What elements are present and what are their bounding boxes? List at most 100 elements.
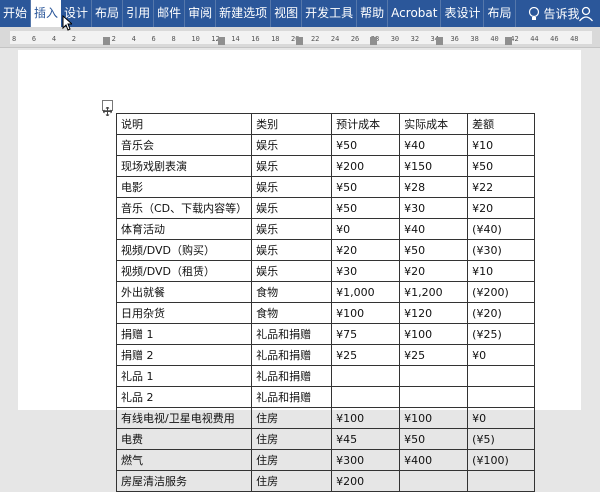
table-cell[interactable]: (¥40)	[467, 218, 536, 240]
table-cell[interactable]: 捐赠 1	[115, 323, 253, 345]
column-marker[interactable]	[296, 37, 303, 45]
table-cell[interactable]: ¥50	[399, 428, 469, 450]
table-cell[interactable]: 娱乐	[251, 197, 333, 219]
table-cell[interactable]: 礼品 1	[115, 365, 253, 387]
table-move-handle-icon[interactable]	[102, 100, 113, 117]
table-cell[interactable]: ¥100	[331, 407, 401, 429]
table-cell[interactable]: ¥1,000	[331, 281, 401, 303]
table-cell[interactable]: 有线电视/卫星电视费用	[115, 407, 253, 429]
table-cell[interactable]: ¥300	[331, 449, 401, 471]
table-cell[interactable]: 住房	[251, 449, 333, 471]
table-cell[interactable]: 娱乐	[251, 239, 333, 261]
table-cell[interactable]: ¥100	[399, 323, 469, 345]
tab-8[interactable]: 视图	[271, 0, 303, 27]
table-cell[interactable]: ¥22	[467, 176, 536, 198]
table-cell[interactable]: 电影	[115, 176, 253, 198]
column-marker[interactable]	[218, 37, 225, 45]
table-cell[interactable]: 娱乐	[251, 218, 333, 240]
table-cell[interactable]: 住房	[251, 428, 333, 450]
budget-table[interactable]: 说明 类别 预计成本 实际成本 差额 音乐会 娱乐 ¥50 ¥40 ¥10 现场戏剧表演 娱乐 ¥200…	[115, 113, 536, 492]
table-cell[interactable]: (¥100)	[467, 449, 536, 471]
tab-10[interactable]: 帮助	[357, 0, 389, 27]
table-cell[interactable]: ¥25	[399, 344, 469, 366]
table-cell[interactable]: 电费	[115, 428, 253, 450]
tab-4[interactable]: 引用	[123, 0, 155, 27]
table-cell[interactable]: ¥400	[399, 449, 469, 471]
table-cell[interactable]: 房屋清洁服务	[115, 470, 253, 492]
table-cell[interactable]: ¥50	[331, 197, 401, 219]
table-cell[interactable]: (¥5)	[467, 428, 536, 450]
table-cell[interactable]	[331, 365, 401, 387]
tab-9[interactable]: 开发工具	[302, 0, 358, 27]
table-cell[interactable]	[399, 386, 469, 408]
table-cell[interactable]: (¥20)	[467, 302, 536, 324]
table-cell[interactable]: ¥200	[331, 155, 401, 177]
table-cell[interactable]: 礼品和捐赠	[251, 365, 333, 387]
table-cell[interactable]: 娱乐	[251, 155, 333, 177]
table-cell[interactable]	[399, 365, 469, 387]
header-cell[interactable]: 预计成本	[331, 113, 401, 135]
table-cell[interactable]: 礼品和捐赠	[251, 323, 333, 345]
table-cell[interactable]: ¥0	[467, 344, 536, 366]
table-cell[interactable]: 体育活动	[115, 218, 253, 240]
table-cell[interactable]: 礼品和捐赠	[251, 386, 333, 408]
table-cell[interactable]: ¥0	[331, 218, 401, 240]
tab-6[interactable]: 审阅	[185, 0, 217, 27]
table-cell[interactable]: ¥10	[467, 134, 536, 156]
tab-0[interactable]: 开始	[0, 0, 32, 27]
table-cell[interactable]	[467, 470, 536, 492]
table-cell[interactable]: (¥200)	[467, 281, 536, 303]
table-cell[interactable]: 住房	[251, 407, 333, 429]
tell-me-search[interactable]: 告诉我	[544, 5, 580, 22]
table-cell[interactable]: ¥150	[399, 155, 469, 177]
table-cell[interactable]: ¥30	[399, 197, 469, 219]
table-cell[interactable]: (¥30)	[467, 239, 536, 261]
table-cell[interactable]: ¥50	[467, 155, 536, 177]
table-cell[interactable]: ¥50	[331, 176, 401, 198]
table-cell[interactable]	[331, 386, 401, 408]
table-cell[interactable]: ¥20	[331, 239, 401, 261]
table-cell[interactable]: 捐赠 2	[115, 344, 253, 366]
header-cell[interactable]: 实际成本	[399, 113, 469, 135]
table-cell[interactable]: ¥45	[331, 428, 401, 450]
column-marker[interactable]	[370, 37, 377, 45]
tab-12[interactable]: 表设计	[441, 0, 485, 27]
table-cell[interactable]: ¥0	[467, 407, 536, 429]
table-cell[interactable]: ¥100	[331, 302, 401, 324]
tab-1[interactable]: 插入	[31, 0, 62, 27]
tab-7[interactable]: 新建选项	[216, 0, 272, 27]
table-cell[interactable]: 现场戏剧表演	[115, 155, 253, 177]
table-cell[interactable]: ¥50	[331, 134, 401, 156]
share-user-icon[interactable]	[578, 6, 594, 22]
column-marker[interactable]	[505, 37, 512, 45]
table-cell[interactable]: 食物	[251, 302, 333, 324]
table-cell[interactable]: ¥25	[331, 344, 401, 366]
table-cell[interactable]: ¥10	[467, 260, 536, 282]
header-cell[interactable]: 类别	[251, 113, 333, 135]
table-cell[interactable]	[399, 470, 469, 492]
tab-11[interactable]: Acrobat	[388, 0, 442, 27]
table-cell[interactable]: ¥100	[399, 407, 469, 429]
table-cell[interactable]: 视频/DVD（租赁）	[115, 260, 253, 282]
table-cell[interactable]: 礼品和捐赠	[251, 344, 333, 366]
table-cell[interactable]: ¥200	[331, 470, 401, 492]
table-cell[interactable]	[467, 365, 536, 387]
table-cell[interactable]: ¥1,200	[399, 281, 469, 303]
table-cell[interactable]: 娱乐	[251, 134, 333, 156]
table-cell[interactable]: (¥25)	[467, 323, 536, 345]
table-cell[interactable]: 音乐会	[115, 134, 253, 156]
tab-13[interactable]: 布局	[484, 0, 516, 27]
header-cell[interactable]: 差额	[467, 113, 536, 135]
column-marker[interactable]	[103, 37, 110, 45]
table-cell[interactable]	[467, 386, 536, 408]
header-cell[interactable]: 说明	[115, 113, 253, 135]
table-cell[interactable]: ¥30	[331, 260, 401, 282]
table-cell[interactable]: 音乐（CD、下载内容等）	[115, 197, 253, 219]
table-cell[interactable]: ¥20	[399, 260, 469, 282]
table-cell[interactable]: 燃气	[115, 449, 253, 471]
table-cell[interactable]: 视频/DVD（购买）	[115, 239, 253, 261]
lightbulb-icon[interactable]	[528, 6, 540, 21]
table-cell[interactable]: 食物	[251, 281, 333, 303]
horizontal-ruler[interactable]: 8642246810121416182022242628303234363840…	[0, 27, 600, 48]
table-cell[interactable]: 娱乐	[251, 260, 333, 282]
